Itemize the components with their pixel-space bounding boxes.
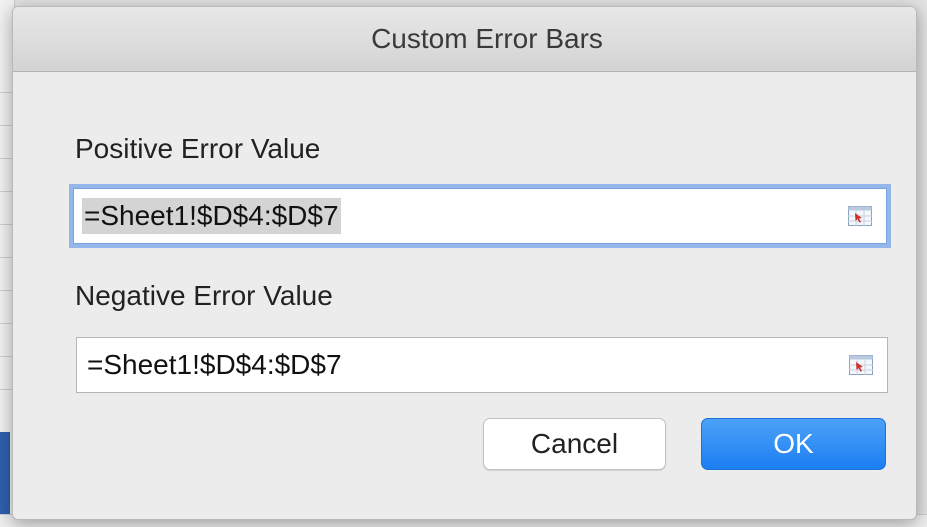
range-selector-icon[interactable] — [848, 206, 872, 226]
ok-button[interactable]: OK — [701, 418, 886, 470]
negative-error-label: Negative Error Value — [75, 280, 333, 311]
positive-error-value[interactable]: =Sheet1!$D$4:$D$7 — [82, 198, 341, 234]
negative-error-input[interactable]: =Sheet1!$D$4:$D$7 — [76, 337, 888, 393]
cancel-button[interactable]: Cancel — [483, 418, 666, 470]
custom-error-bars-dialog: Custom Error Bars Positive Error Value =… — [12, 6, 917, 520]
range-selector-icon[interactable] — [849, 355, 873, 375]
selected-row-indicator — [0, 432, 10, 526]
dialog-titlebar[interactable]: Custom Error Bars — [13, 7, 916, 72]
positive-error-input[interactable]: =Sheet1!$D$4:$D$7 — [73, 188, 887, 244]
positive-error-label: Positive Error Value — [75, 133, 321, 164]
dialog-title: Custom Error Bars — [371, 23, 603, 54]
negative-error-value[interactable]: =Sheet1!$D$4:$D$7 — [85, 347, 344, 383]
